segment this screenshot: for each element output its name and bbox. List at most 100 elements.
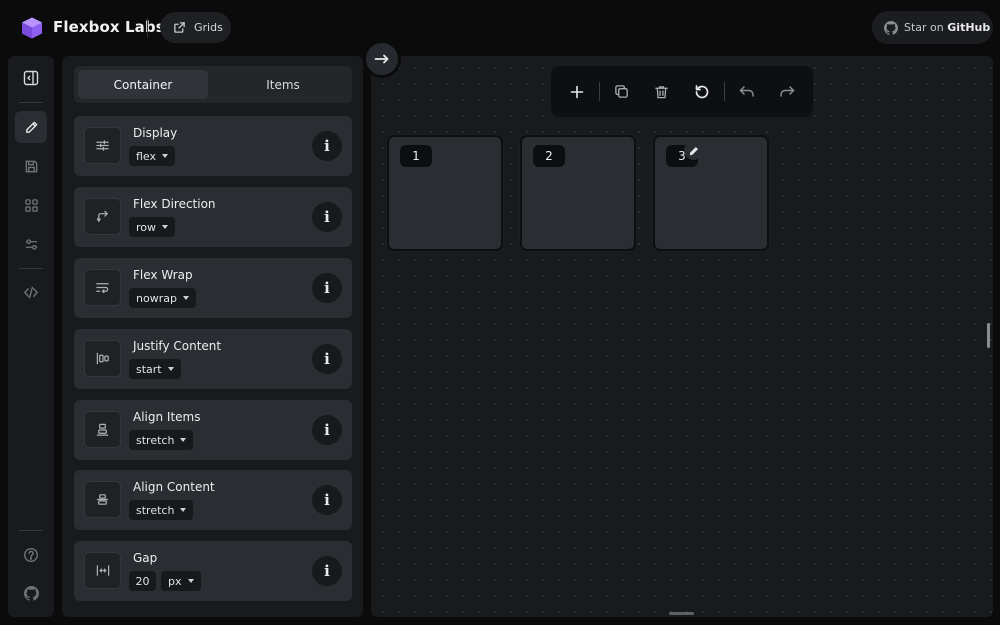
wrap-icon [84, 269, 121, 306]
grids-label: Grids [194, 21, 223, 34]
vertical-scrollbar[interactable] [987, 323, 990, 348]
gap-unit-select[interactable]: px [161, 571, 201, 591]
display-select[interactable]: flex [129, 146, 176, 166]
gap-value-input[interactable]: 20 [129, 571, 156, 591]
external-link-icon [174, 22, 185, 33]
export-code-button[interactable] [15, 276, 47, 308]
horizontal-scrollbar[interactable] [669, 612, 694, 615]
select-value: flex [136, 149, 157, 163]
header-divider [147, 18, 148, 38]
gap-icon [84, 552, 121, 589]
tab-container[interactable]: Container [78, 70, 208, 99]
chevron-down-icon [180, 508, 187, 512]
chevron-down-icon [162, 225, 169, 229]
chevron-down-icon [187, 579, 194, 583]
info-button[interactable]: i [312, 485, 342, 515]
help-icon [23, 547, 39, 563]
chevron-down-icon [162, 154, 169, 158]
select-value: nowrap [136, 291, 177, 305]
info-button[interactable]: i [312, 415, 342, 445]
panel-tabs: Container Items [74, 66, 352, 103]
select-value: stretch [136, 503, 175, 517]
edit-item-button[interactable] [684, 141, 703, 160]
info-button[interactable]: i [312, 131, 342, 161]
justify-icon [84, 340, 121, 377]
redo-button[interactable] [773, 78, 800, 105]
property-label: Display [133, 126, 178, 140]
logo-icon [22, 17, 42, 39]
align-content-select[interactable]: stretch [129, 500, 194, 520]
help-button[interactable] [15, 539, 47, 571]
justify-content-select[interactable]: start [129, 359, 181, 379]
property-justify-content: Justify Content start i [74, 329, 352, 389]
github-link-button[interactable] [15, 577, 47, 609]
display-icon [84, 127, 121, 164]
toolbar-divider [724, 82, 725, 101]
flex-wrap-select[interactable]: nowrap [129, 288, 196, 308]
grids-link-button[interactable]: Grids [160, 12, 231, 43]
reset-icon [695, 84, 708, 98]
duplicate-icon [615, 85, 628, 98]
property-gap: Gap 20 px i [74, 541, 352, 601]
toolbar-divider [599, 82, 600, 101]
reset-button[interactable] [688, 78, 715, 105]
add-item-button[interactable] [563, 78, 590, 105]
app-header: Flexbox Labs Grids Star on GitHub [0, 0, 1000, 54]
rail-divider [19, 102, 43, 103]
property-display: Display flex i [74, 116, 352, 176]
property-label: Flex Direction [133, 197, 216, 211]
tab-items[interactable]: Items [218, 70, 348, 99]
redo-icon [779, 85, 794, 97]
save-button[interactable] [15, 150, 47, 182]
property-label: Align Content [133, 480, 215, 494]
align-items-select[interactable]: stretch [129, 430, 194, 450]
rail-divider [19, 268, 43, 269]
pencil-icon [25, 121, 37, 133]
code-icon [23, 286, 39, 298]
align-items-icon [84, 411, 121, 448]
grid-icon [24, 198, 38, 212]
item-number-badge: 1 [400, 145, 432, 167]
property-label: Justify Content [133, 339, 222, 353]
edit-mode-button[interactable] [15, 111, 47, 143]
toggle-sidebar-button[interactable] [15, 62, 47, 94]
star-on-github-button[interactable]: Star on GitHub [872, 11, 993, 44]
property-label: Gap [133, 551, 158, 565]
sliders-icon [25, 238, 37, 250]
undo-icon [739, 85, 754, 97]
github-label: GitHub [947, 21, 991, 34]
flex-item[interactable]: 2 [520, 135, 636, 251]
settings-button[interactable] [15, 228, 47, 260]
flex-item[interactable]: 1 [387, 135, 503, 251]
property-align-items: Align Items stretch i [74, 400, 352, 460]
delete-item-button[interactable] [648, 78, 675, 105]
trash-icon [655, 85, 668, 98]
canvas-toolbar [551, 66, 813, 117]
direction-icon [84, 198, 121, 235]
info-button[interactable]: i [312, 556, 342, 586]
info-button[interactable]: i [312, 273, 342, 303]
info-button[interactable]: i [312, 202, 342, 232]
chevron-down-icon [167, 367, 174, 371]
property-flex-wrap: Flex Wrap nowrap i [74, 258, 352, 318]
properties-panel: Container Items Display flex i Flex Dire… [62, 56, 363, 617]
add-icon [570, 85, 583, 98]
flex-item-selected[interactable]: 3 [653, 135, 769, 251]
select-value: row [136, 220, 157, 234]
duplicate-item-button[interactable] [608, 78, 635, 105]
collapse-panel-button[interactable] [363, 40, 401, 78]
undo-button[interactable] [733, 78, 760, 105]
select-value: start [136, 362, 162, 376]
chevron-down-icon [180, 438, 187, 442]
property-flex-direction: Flex Direction row i [74, 187, 352, 247]
layout-canvas: 1 2 3 [371, 56, 993, 617]
sidebar-toggle-icon [23, 70, 39, 86]
info-button[interactable]: i [312, 344, 342, 374]
arrow-right-icon [374, 54, 389, 64]
rail-divider [19, 530, 43, 531]
chevron-down-icon [182, 296, 189, 300]
star-label: Star on [904, 21, 948, 34]
templates-button[interactable] [15, 189, 47, 221]
property-align-content: Align Content stretch i [74, 470, 352, 530]
flex-direction-select[interactable]: row [129, 217, 176, 237]
